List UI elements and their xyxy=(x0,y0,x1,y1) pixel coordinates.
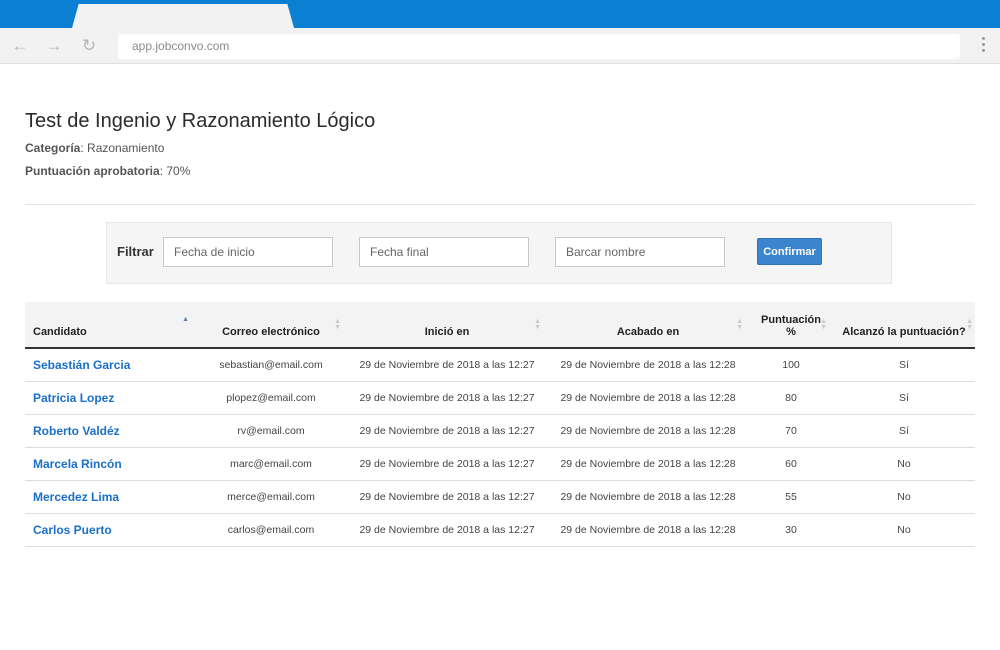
started-cell: 29 de Noviembre de 2018 a las 12:27 xyxy=(347,480,547,514)
candidate-cell: Patricia Lopez xyxy=(25,381,195,415)
category-label: Categoría xyxy=(25,141,81,155)
table-row: Mercedez Lima merce@email.com 29 de Noviem… xyxy=(25,480,975,514)
finished-cell: 29 de Noviembre de 2018 a las 12:28 xyxy=(547,414,749,448)
finished-cell: 29 de Noviembre de 2018 a las 12:28 xyxy=(547,381,749,415)
candidate-cell: Marcela Rincón xyxy=(25,447,195,481)
score-cell: 80 xyxy=(749,381,833,415)
confirm-button[interactable]: Confirmar xyxy=(757,238,822,265)
score-cell: 70 xyxy=(749,414,833,448)
end-date-input[interactable] xyxy=(359,237,529,267)
reached-cell: No xyxy=(833,480,975,514)
filter-label: Filtrar xyxy=(117,244,154,259)
email-cell: rv@email.com xyxy=(195,414,347,448)
started-cell: 29 de Noviembre de 2018 a las 12:27 xyxy=(347,381,547,415)
score-cell: 60 xyxy=(749,447,833,481)
kebab-menu-icon[interactable] xyxy=(980,37,986,55)
table-row: Patricia Lopez plopez@email.com 29 de Novi… xyxy=(25,381,975,415)
email-cell: marc@email.com xyxy=(195,447,347,481)
start-date-input[interactable] xyxy=(163,237,333,267)
candidate-name-link[interactable]: Carlos Puerto xyxy=(33,523,112,537)
sort-icon[interactable]: ▲ ▼ xyxy=(334,318,341,331)
column-header-candidate[interactable]: Candidato ▲ xyxy=(25,302,195,349)
sort-icon[interactable]: ▲ ▼ xyxy=(736,318,743,331)
email-cell: sebastian@email.com xyxy=(195,348,347,382)
table-row: Marcela Rincón marc@email.com 29 de Noviem… xyxy=(25,447,975,481)
address-bar[interactable]: app.jobconvo.com xyxy=(118,34,960,59)
started-cell: 29 de Noviembre de 2018 a las 12:27 xyxy=(347,513,547,547)
score-cell: 30 xyxy=(749,513,833,547)
filter-panel: Filtrar Confirmar xyxy=(106,222,892,284)
table-body: Sebastián Garcia sebastian@email.com 29 de… xyxy=(25,348,975,547)
sort-icon[interactable]: ▲ ▼ xyxy=(820,318,827,331)
column-header-score-label: Puntuación % xyxy=(761,314,821,338)
column-header-email[interactable]: Correo electrónico ▲ ▼ xyxy=(195,302,347,349)
sort-icon[interactable]: ▲ ▼ xyxy=(534,318,541,331)
finished-cell: 29 de Noviembre de 2018 a las 12:28 xyxy=(547,480,749,514)
name-search-input[interactable] xyxy=(555,237,725,267)
candidate-name-link[interactable]: Patricia Lopez xyxy=(33,391,114,405)
email-cell: plopez@email.com xyxy=(195,381,347,415)
candidate-cell: Carlos Puerto xyxy=(25,513,195,547)
browser-tab[interactable] xyxy=(72,4,294,28)
column-header-score[interactable]: Puntuación % ▲ ▼ xyxy=(749,302,833,349)
candidate-name-link[interactable]: Roberto Valdéz xyxy=(33,424,120,438)
column-header-started[interactable]: Inició en ▲ ▼ xyxy=(347,302,547,349)
finished-cell: 29 de Noviembre de 2018 a las 12:28 xyxy=(547,447,749,481)
arrow-right-icon[interactable]: → xyxy=(44,36,64,56)
candidate-name-link[interactable]: Mercedez Lima xyxy=(33,490,119,504)
sort-icon[interactable]: ▲ ▼ xyxy=(966,318,973,331)
column-header-reached-label: Alcanzó la puntuación? xyxy=(842,326,966,338)
email-cell: carlos@email.com xyxy=(195,513,347,547)
score-cell: 100 xyxy=(749,348,833,382)
score-cell: 55 xyxy=(749,480,833,514)
arrow-left-icon[interactable]: ← xyxy=(10,36,30,56)
candidate-name-link[interactable]: Sebastián Garcia xyxy=(33,358,130,372)
reached-cell: Sí xyxy=(833,414,975,448)
started-cell: 29 de Noviembre de 2018 a las 12:27 xyxy=(347,414,547,448)
email-cell: merce@email.com xyxy=(195,480,347,514)
reached-cell: Sí xyxy=(833,348,975,382)
browser-toolbar: ← → ↻ app.jobconvo.com xyxy=(0,28,1000,64)
candidate-name-link[interactable]: Marcela Rincón xyxy=(33,457,122,471)
candidate-cell: Mercedez Lima xyxy=(25,480,195,514)
candidate-cell: Sebastián Garcia xyxy=(25,348,195,382)
sort-ascending-icon[interactable]: ▲ xyxy=(182,316,189,323)
table-row: Roberto Valdéz rv@email.com 29 de Noviembr… xyxy=(25,414,975,448)
column-header-email-label: Correo electrónico xyxy=(222,326,320,338)
divider xyxy=(25,204,975,205)
pass-score-value: : 70% xyxy=(159,164,191,178)
results-table: Candidato ▲ Correo electrónico ▲ ▼ Inició… xyxy=(25,302,975,547)
finished-cell: 29 de Noviembre de 2018 a las 12:28 xyxy=(547,348,749,382)
column-header-finished-label: Acabado en xyxy=(616,326,680,338)
finished-cell: 29 de Noviembre de 2018 a las 12:28 xyxy=(547,513,749,547)
table-row: Carlos Puerto carlos@email.com 29 de Novie… xyxy=(25,513,975,547)
reload-icon[interactable]: ↻ xyxy=(79,36,99,56)
category-value: : Razonamiento xyxy=(80,141,165,155)
table-row: Sebastián Garcia sebastian@email.com 29 de… xyxy=(25,348,975,382)
reached-cell: No xyxy=(833,447,975,481)
category-line: Categoría: Razonamiento xyxy=(25,141,164,155)
started-cell: 29 de Noviembre de 2018 a las 12:27 xyxy=(347,447,547,481)
pass-score-label: Puntuación aprobatoria xyxy=(25,164,160,178)
reached-cell: Sí xyxy=(833,381,975,415)
pass-score-line: Puntuación aprobatoria: 70% xyxy=(25,164,190,178)
column-header-started-label: Inició en xyxy=(424,326,470,338)
started-cell: 29 de Noviembre de 2018 a las 12:27 xyxy=(347,348,547,382)
address-url: app.jobconvo.com xyxy=(132,39,230,53)
candidate-cell: Roberto Valdéz xyxy=(25,414,195,448)
reached-cell: No xyxy=(833,513,975,547)
page-title: Test de Ingenio y Razonamiento Lógico xyxy=(25,110,376,132)
column-header-reached[interactable]: Alcanzó la puntuación? ▲ ▼ xyxy=(833,302,975,349)
table-header-row: Candidato ▲ Correo electrónico ▲ ▼ Inició… xyxy=(25,302,975,349)
column-header-finished[interactable]: Acabado en ▲ ▼ xyxy=(547,302,749,349)
column-header-candidate-label: Candidato xyxy=(33,326,87,338)
